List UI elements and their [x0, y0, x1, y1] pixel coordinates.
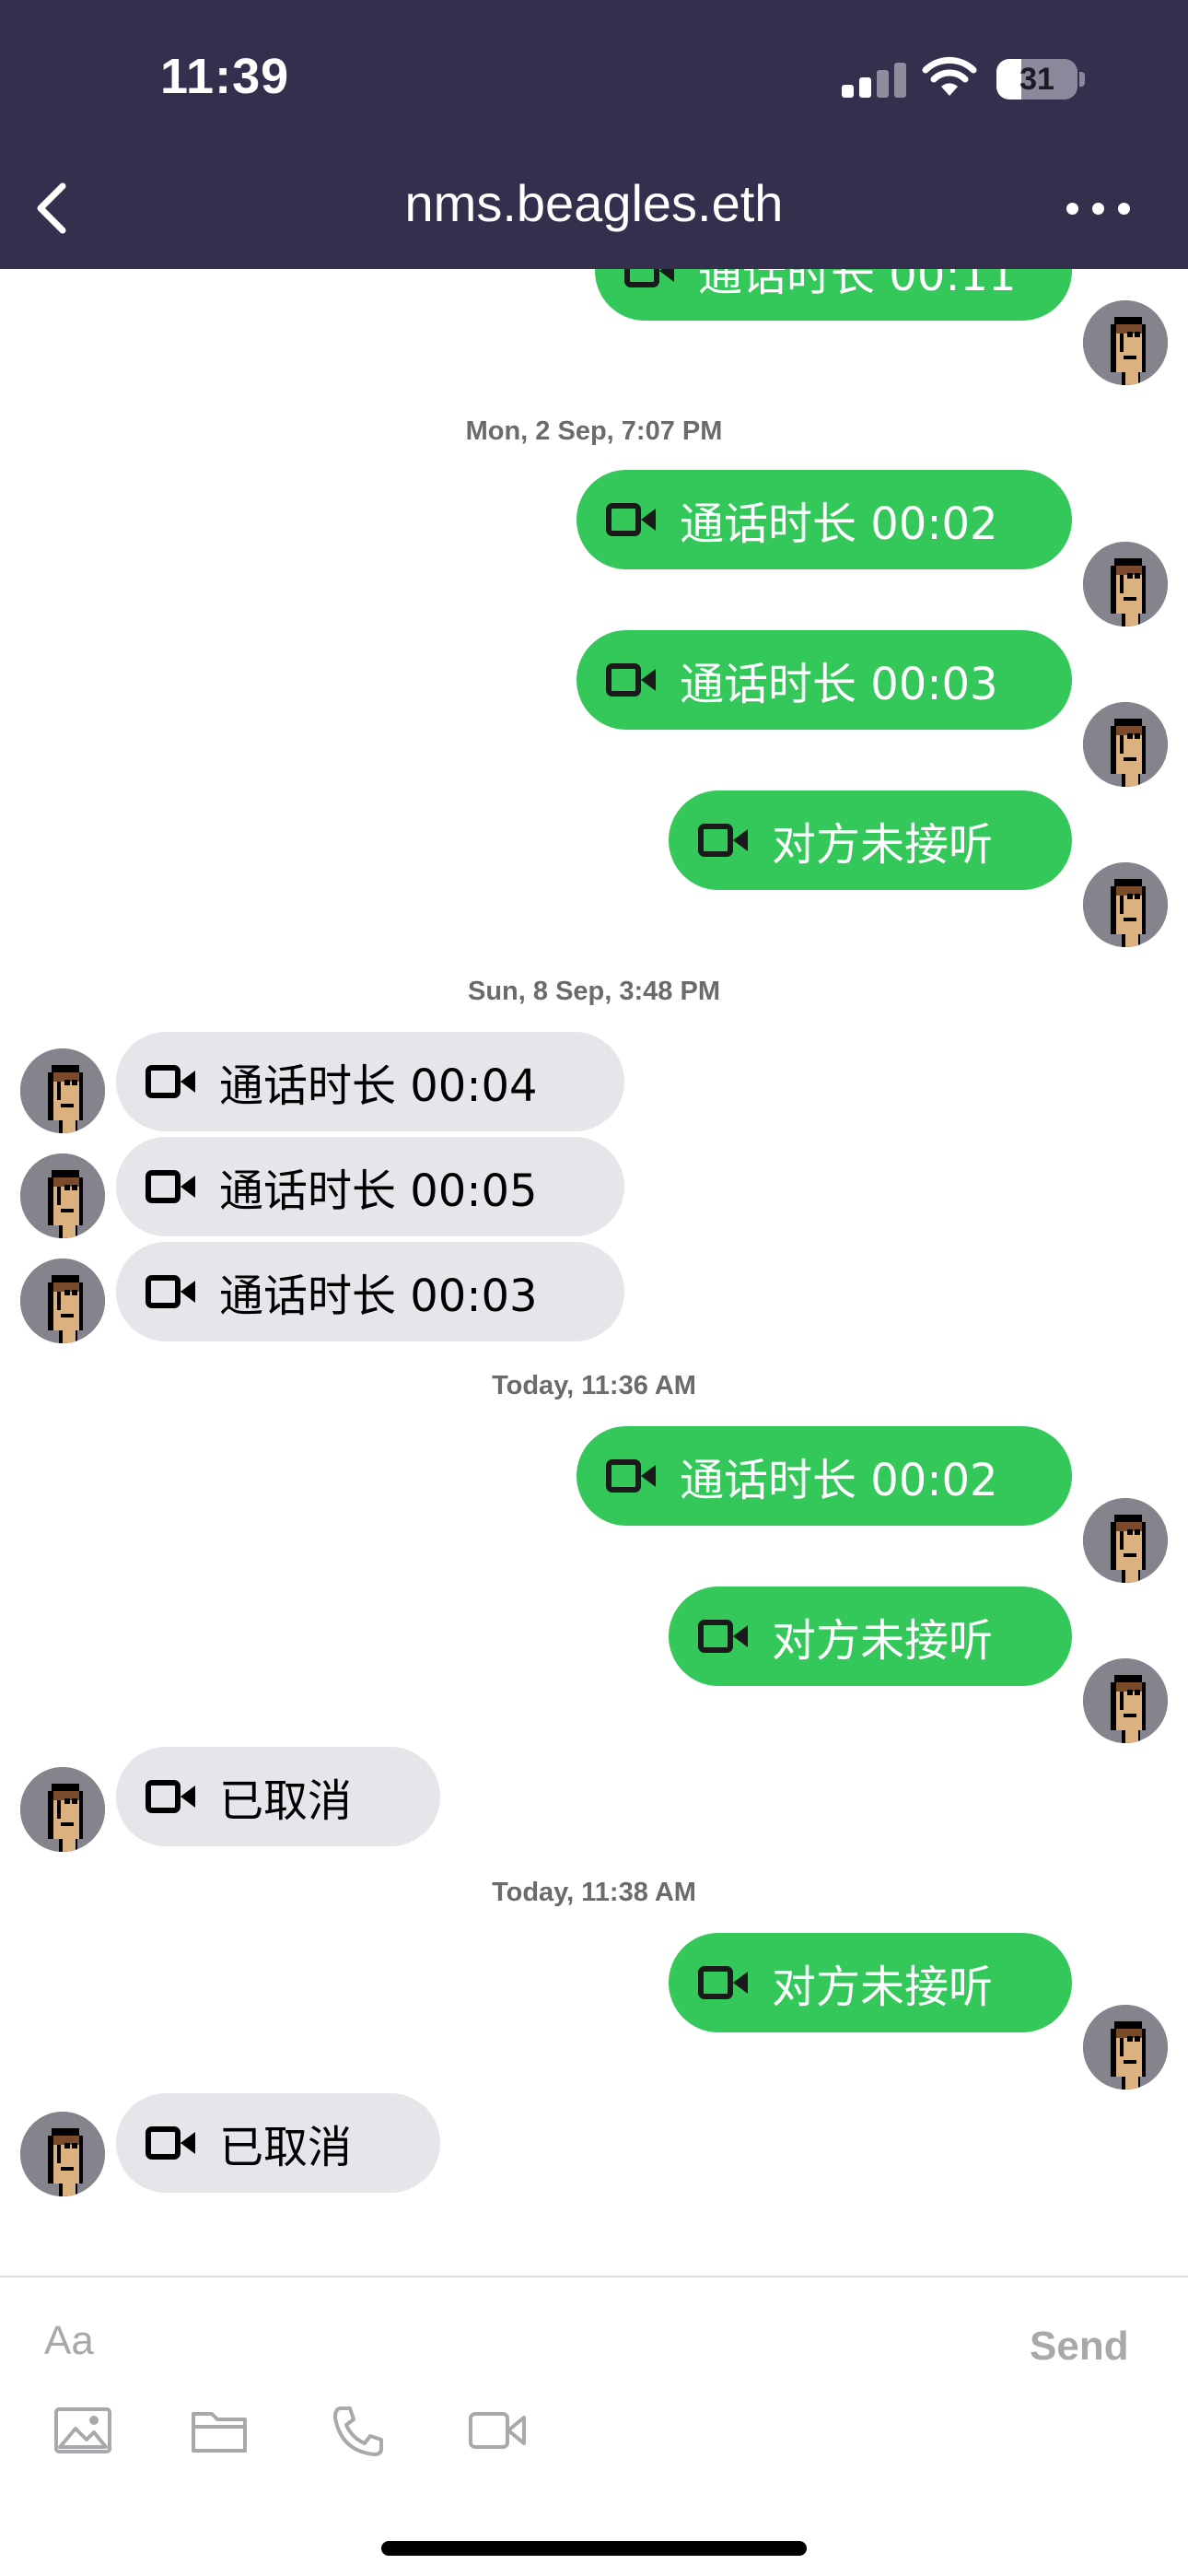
video-camera-icon — [146, 1063, 197, 1100]
avatar[interactable] — [1083, 542, 1168, 626]
message-text: 对方未接听 — [772, 1615, 994, 1667]
app-header: 11:39 31 nms.beagles.eth — [0, 0, 1188, 269]
avatar[interactable] — [1083, 2005, 1168, 2090]
chat-title: nms.beagles.eth — [404, 174, 784, 232]
status-time: 11:39 — [160, 49, 290, 104]
timestamp: Sun, 8 Sep, 3:48 PM — [468, 977, 720, 1006]
message-bubble[interactable]: 对方未接听 — [669, 1933, 1072, 2032]
message-bubble[interactable]: 对方未接听 — [669, 1587, 1072, 1686]
phone-icon[interactable] — [328, 2405, 387, 2456]
avatar[interactable] — [1083, 862, 1168, 947]
battery-indicator: 31 — [996, 59, 1077, 100]
video-camera-icon — [698, 822, 750, 859]
battery-cap — [1079, 72, 1085, 87]
avatar[interactable] — [20, 1259, 105, 1343]
video-camera-icon — [698, 1964, 750, 2001]
video-camera-icon — [606, 1458, 658, 1494]
message-text: 对方未接听 — [772, 819, 994, 871]
avatar[interactable] — [20, 1153, 105, 1238]
message-bubble[interactable]: 通话时长 00:03 — [116, 1242, 624, 1341]
message-text: 通话时长 00:04 — [219, 1060, 538, 1112]
message-bubble[interactable]: 已取消 — [116, 2093, 440, 2193]
video-camera-icon — [606, 662, 658, 698]
message-list[interactable]: 通话时长 00:11 Mon, 2 Sep, 7:07 PM 通话时长 00:0… — [0, 269, 1188, 2277]
video-camera-icon — [606, 501, 658, 538]
video-camera-icon — [146, 2125, 197, 2161]
video-camera-icon — [624, 269, 676, 289]
avatar[interactable] — [20, 1767, 105, 1852]
avatar[interactable] — [20, 2112, 105, 2196]
message-bubble[interactable]: 通话时长 00:02 — [577, 470, 1072, 569]
home-indicator — [381, 2541, 807, 2556]
avatar[interactable] — [1083, 300, 1168, 385]
folder-icon[interactable] — [190, 2405, 249, 2456]
message-text: 通话时长 00:11 — [698, 269, 1017, 301]
wifi-icon — [922, 56, 977, 96]
avatar[interactable] — [1083, 1498, 1168, 1583]
message-bubble[interactable]: 通话时长 00:05 — [116, 1137, 624, 1236]
message-text: 已取消 — [219, 1775, 353, 1827]
message-bubble[interactable]: 通话时长 00:03 — [577, 630, 1072, 730]
cellular-signal-icon — [842, 61, 906, 98]
message-bubble[interactable]: 通话时长 00:04 — [116, 1032, 624, 1131]
message-bubble[interactable]: 通话时长 00:11 — [595, 269, 1072, 321]
image-icon[interactable] — [53, 2405, 112, 2456]
message-input[interactable]: Aa — [44, 2318, 94, 2364]
timestamp: Today, 11:36 AM — [492, 1371, 696, 1400]
message-text: 通话时长 00:03 — [680, 659, 998, 710]
avatar[interactable] — [20, 1048, 105, 1133]
avatar[interactable] — [1083, 702, 1168, 787]
video-camera-icon — [146, 1273, 197, 1310]
timestamp: Mon, 2 Sep, 7:07 PM — [465, 416, 723, 446]
battery-percent: 31 — [1019, 62, 1054, 97]
message-bubble[interactable]: 已取消 — [116, 1747, 440, 1846]
avatar[interactable] — [1083, 1658, 1168, 1743]
message-text: 通话时长 00:02 — [680, 1455, 998, 1506]
message-text: 通话时长 00:02 — [680, 498, 998, 550]
ellipsis-icon[interactable] — [1066, 197, 1131, 219]
composer-divider — [0, 2276, 1188, 2277]
video-camera-icon — [146, 1778, 197, 1815]
video-camera-icon — [146, 1168, 197, 1205]
message-bubble[interactable]: 通话时长 00:02 — [577, 1426, 1072, 1526]
video-camera-icon — [698, 1618, 750, 1655]
message-text: 对方未接听 — [772, 1961, 994, 2013]
timestamp: Today, 11:38 AM — [492, 1878, 696, 1907]
video-camera-icon[interactable] — [468, 2405, 527, 2456]
send-button[interactable]: Send — [1030, 2324, 1129, 2370]
message-text: 已取消 — [219, 2122, 353, 2173]
message-text: 通话时长 00:03 — [219, 1270, 538, 1322]
message-text: 通话时长 00:05 — [219, 1165, 538, 1217]
message-bubble[interactable]: 对方未接听 — [669, 790, 1072, 890]
